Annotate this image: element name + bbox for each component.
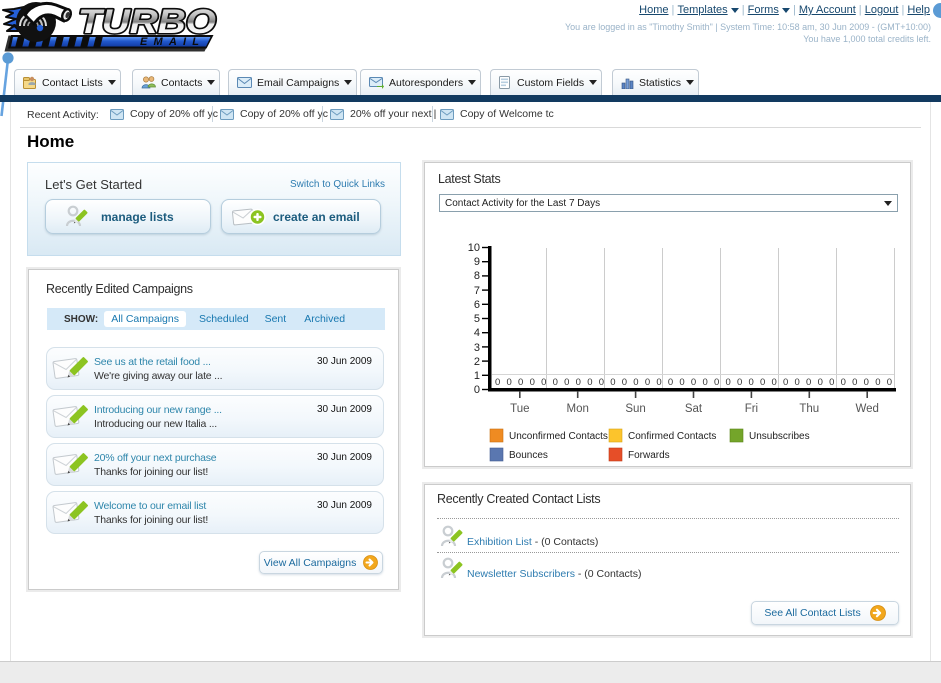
svg-text:0: 0 — [795, 377, 800, 388]
svg-text:9: 9 — [474, 256, 480, 268]
svg-text:Unsubscribes: Unsubscribes — [749, 431, 810, 442]
svg-text:0: 0 — [495, 377, 500, 388]
svg-text:0: 0 — [748, 377, 753, 388]
svg-text:2: 2 — [474, 356, 480, 368]
svg-text:0: 0 — [633, 377, 638, 388]
svg-text:1: 1 — [474, 370, 480, 382]
svg-text:0: 0 — [679, 377, 684, 388]
svg-text:0: 0 — [541, 377, 546, 388]
svg-text:Confirmed Contacts: Confirmed Contacts — [628, 431, 716, 442]
svg-text:5: 5 — [474, 313, 480, 325]
svg-text:0: 0 — [864, 377, 869, 388]
svg-text:0: 0 — [760, 377, 765, 388]
svg-text:0: 0 — [691, 377, 696, 388]
svg-text:0: 0 — [474, 384, 480, 396]
svg-text:Tue: Tue — [510, 403, 529, 415]
svg-text:8: 8 — [474, 270, 480, 282]
svg-text:Fri: Fri — [745, 403, 758, 415]
svg-text:0: 0 — [530, 377, 535, 388]
svg-text:Mon: Mon — [567, 403, 589, 415]
svg-text:0: 0 — [806, 377, 811, 388]
svg-text:4: 4 — [474, 327, 480, 339]
svg-text:0: 0 — [553, 377, 558, 388]
svg-text:0: 0 — [783, 377, 788, 388]
svg-text:0: 0 — [737, 377, 742, 388]
svg-text:0: 0 — [725, 377, 730, 388]
svg-text:Sun: Sun — [625, 403, 645, 415]
svg-text:0: 0 — [518, 377, 523, 388]
svg-text:7: 7 — [474, 285, 480, 297]
svg-text:TURBO: TURBO — [78, 3, 216, 41]
svg-text:Unconfirmed Contacts: Unconfirmed Contacts — [509, 431, 608, 442]
svg-text:0: 0 — [714, 377, 719, 388]
svg-text:0: 0 — [645, 377, 650, 388]
svg-text:0: 0 — [772, 377, 777, 388]
svg-text:0: 0 — [887, 377, 892, 388]
svg-text:Sat: Sat — [685, 403, 703, 415]
svg-text:0: 0 — [702, 377, 707, 388]
svg-text:0: 0 — [587, 377, 592, 388]
svg-text:0: 0 — [622, 377, 627, 388]
svg-text:Forwards: Forwards — [628, 450, 670, 461]
svg-text:0: 0 — [668, 377, 673, 388]
svg-text:0: 0 — [599, 377, 604, 388]
svg-text:0: 0 — [841, 377, 846, 388]
svg-text:0: 0 — [818, 377, 823, 388]
svg-text:0: 0 — [564, 377, 569, 388]
svg-text:0: 0 — [576, 377, 581, 388]
svg-text:0: 0 — [656, 377, 661, 388]
svg-text:0: 0 — [852, 377, 857, 388]
svg-text:6: 6 — [474, 299, 480, 311]
svg-text:Bounces: Bounces — [509, 450, 548, 461]
svg-text:0: 0 — [875, 377, 880, 388]
svg-text:0: 0 — [829, 377, 834, 388]
svg-text:Wed: Wed — [855, 403, 878, 415]
svg-text:3: 3 — [474, 342, 480, 354]
svg-text:10: 10 — [468, 242, 480, 254]
svg-text:0: 0 — [610, 377, 615, 388]
svg-text:0: 0 — [507, 377, 512, 388]
svg-text:Thu: Thu — [799, 403, 819, 415]
